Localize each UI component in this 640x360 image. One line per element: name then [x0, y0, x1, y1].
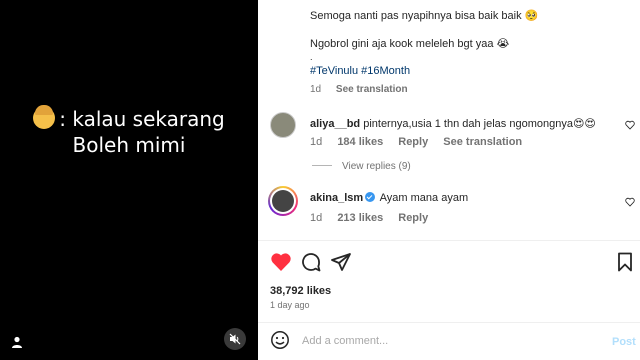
comment-text: Ayam mana ayam [379, 192, 469, 204]
muted-speaker-icon [229, 333, 241, 345]
add-comment-bar: Post [258, 324, 640, 360]
comment-age: 1d [310, 136, 323, 148]
caption-see-translation[interactable]: See translation [336, 84, 408, 95]
comment-likes[interactable]: 184 likes [337, 136, 383, 148]
caption-dot: . [310, 52, 313, 62]
avatar[interactable] [270, 112, 296, 138]
comment-see-translation[interactable]: See translation [443, 136, 522, 148]
comment-text: pinternya,usia 1 thn dah jelas ngomongny… [363, 118, 596, 130]
video-text-overlay: : kalau sekarang Boleh mimi [0, 105, 258, 158]
caption-hashtags[interactable]: #TeVinulu #16Month [310, 65, 410, 77]
comment-reply-button[interactable]: Reply [398, 212, 428, 224]
comment-2-meta: 1d 213 likes Reply [310, 212, 440, 224]
mute-button[interactable] [224, 328, 246, 350]
person-icon[interactable] [11, 336, 23, 348]
verified-badge-icon [365, 192, 376, 202]
comment-icon[interactable] [300, 251, 322, 273]
post-age: 1 day ago [270, 300, 310, 310]
divider [258, 240, 640, 241]
overlay-prefix: : [59, 107, 66, 131]
overlay-line-2: Boleh mimi [72, 133, 186, 157]
post-comment-button[interactable]: Post [612, 336, 636, 348]
comment-age: 1d [310, 212, 323, 224]
comment-username[interactable]: aliya__bd [310, 118, 360, 130]
bookmark-icon[interactable] [614, 251, 636, 273]
comment-reply-button[interactable]: Reply [398, 136, 428, 148]
comment-likes[interactable]: 213 likes [337, 212, 383, 224]
heart-filled-icon[interactable] [270, 251, 292, 273]
share-icon[interactable] [330, 251, 352, 273]
story-avatar[interactable] [268, 186, 298, 216]
view-replies-label: View replies (9) [342, 161, 411, 172]
caption-line-1: Semoga nanti pas nyapihnya bisa baik bai… [310, 10, 539, 22]
action-bar [270, 251, 640, 273]
comment-input[interactable] [302, 332, 582, 350]
divider [258, 322, 640, 323]
reel-video[interactable]: : kalau sekarang Boleh mimi [0, 0, 258, 360]
heart-outline-icon[interactable] [625, 120, 635, 130]
woman-emoji-icon [33, 105, 56, 129]
comment-1-meta: 1d 184 likes Reply See translation [310, 136, 534, 148]
comment-username[interactable]: akina_lsm [310, 192, 363, 204]
overlay-line-1: kalau sekarang [72, 107, 225, 131]
comment-2: akina_lsm Ayam mana ayam [310, 192, 468, 204]
caption-age: 1d [310, 84, 322, 95]
post-details-panel: Semoga nanti pas nyapihnya bisa baik bai… [258, 0, 640, 360]
like-count[interactable]: 38,792 likes [270, 285, 331, 297]
replies-divider [312, 165, 332, 166]
caption-meta: 1d See translation [310, 84, 420, 95]
heart-outline-icon[interactable] [625, 197, 635, 207]
comment-1: aliya__bd pinternya,usia 1 thn dah jelas… [310, 117, 596, 130]
emoji-icon[interactable] [270, 330, 290, 350]
caption-line-2: Ngobrol gini aja kook meleleh bgt yaa 😭 [310, 38, 510, 50]
view-replies-button[interactable]: View replies (9) [312, 161, 411, 172]
